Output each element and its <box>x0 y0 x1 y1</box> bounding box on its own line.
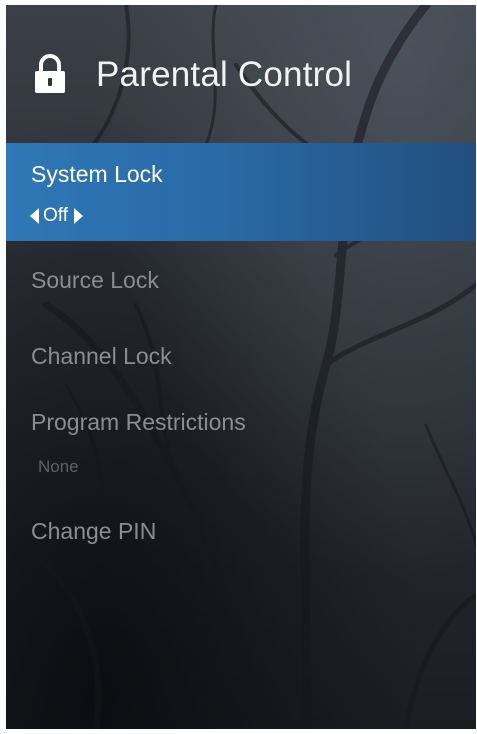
tv-menu-screen: Parental Control System Lock Off Source … <box>6 5 476 729</box>
page-title: Parental Control <box>96 55 353 94</box>
menu-item-channel-lock[interactable]: Channel Lock <box>6 343 476 383</box>
menu-item-label: System Lock <box>31 161 163 187</box>
menu-item-source-lock[interactable]: Source Lock <box>6 267 476 307</box>
menu-item-change-pin[interactable]: Change PIN <box>6 518 476 558</box>
menu-item-label: Change PIN <box>31 518 157 544</box>
value-selector[interactable]: Off <box>30 203 83 229</box>
menu-item-label: Program Restrictions <box>31 409 246 435</box>
arrow-left-icon[interactable] <box>30 208 39 224</box>
menu-item-value: None <box>38 457 79 476</box>
menu-item-label: Channel Lock <box>31 343 172 369</box>
menu-item-label: Source Lock <box>31 267 159 293</box>
menu-item-system-lock[interactable]: System Lock Off <box>6 143 476 241</box>
menu-item-program-restrictions[interactable]: Program Restrictions None <box>6 409 476 479</box>
menu-header: Parental Control <box>6 5 476 143</box>
arrow-right-icon[interactable] <box>74 208 83 224</box>
lock-icon <box>35 54 65 93</box>
selector-value: Off <box>43 205 68 226</box>
